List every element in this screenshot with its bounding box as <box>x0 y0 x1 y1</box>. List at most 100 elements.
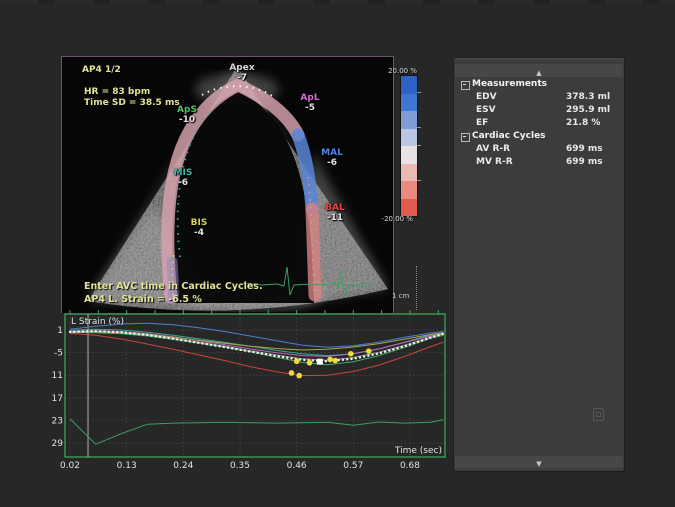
row-label: MV R-R <box>476 157 513 167</box>
colorbar-segment <box>401 146 417 164</box>
row-label: ESV <box>476 105 496 115</box>
row-label: EF <box>476 118 488 128</box>
peak-marker <box>294 358 300 364</box>
segment-label-bis: BIS -4 <box>182 218 216 238</box>
segment-label-mal: MAL -6 <box>314 148 350 168</box>
segment-value: -4 <box>182 228 216 238</box>
row-value: 21.8 % <box>566 118 600 128</box>
segment-name: Apex <box>220 63 264 73</box>
colorbar-segment <box>401 199 417 217</box>
segment-label-mis: MIS -6 <box>166 168 200 188</box>
colorbar-segment <box>401 111 417 129</box>
global-strain-readout: AP4 L. Strain = -6.5 % <box>84 294 202 305</box>
colorbar-tick <box>417 127 421 128</box>
segment-value: -10 <box>170 115 204 125</box>
chart-border <box>65 314 445 457</box>
colorbar-max-label: 20.00 % <box>377 67 417 75</box>
group-header-cardiac-cycles[interactable]: Cardiac Cycles <box>454 131 624 144</box>
segment-name: MIS <box>166 168 200 178</box>
colorbar-min-label: -20.00 % <box>373 215 413 223</box>
row-value: 378.3 ml <box>566 92 610 102</box>
row-label: EDV <box>476 92 497 102</box>
chart-title: L Strain (%) <box>71 317 124 327</box>
y-tick-label: -17 <box>51 394 63 404</box>
series-bal <box>70 333 444 375</box>
y-tick-label: -23 <box>51 416 63 426</box>
segment-label-aps: ApS -10 <box>170 105 204 125</box>
table-row: MV R-R 699 ms <box>454 157 624 170</box>
current-marker <box>317 359 323 365</box>
peak-marker <box>307 360 313 366</box>
panel-scroll-down[interactable]: ▼ <box>455 456 623 468</box>
measurements-panel: ▲ Measurements EDV 378.3 ml ESV 295.9 ml… <box>453 57 625 472</box>
x-tick-label: 0.68 <box>400 461 420 471</box>
x-tick-label: 0.46 <box>287 461 307 471</box>
top-edge-strip <box>0 0 675 4</box>
series-ecg <box>70 419 444 444</box>
table-row: EF 21.8 % <box>454 118 624 131</box>
x-tick-label: 0.13 <box>117 461 137 471</box>
table-row: ESV 295.9 ml <box>454 105 624 118</box>
row-value: 699 ms <box>566 157 603 167</box>
peak-marker <box>327 357 333 363</box>
peak-marker <box>366 348 372 354</box>
y-tick-label: -29 <box>51 439 63 449</box>
segment-value: -7 <box>220 73 264 83</box>
colorbar-segment <box>401 181 417 199</box>
colorbar-segment <box>401 129 417 147</box>
segment-label-bal: BAL -11 <box>316 203 354 223</box>
x-tick-label: 0.24 <box>173 461 193 471</box>
small-square-icon <box>593 408 604 421</box>
depth-scale-label: 1 cm <box>392 292 409 300</box>
x-tick-label: 0.02 <box>60 461 80 471</box>
colorbar-segment <box>401 76 417 94</box>
application-window: AP4 1/2 HR = 83 bpm Time SD = 38.5 ms Ap… <box>0 0 675 507</box>
row-label: AV R-R <box>476 144 510 154</box>
time-sd-readout: Time SD = 38.5 ms <box>84 98 180 109</box>
panel-scroll-up[interactable]: ▲ <box>455 64 623 77</box>
collapse-icon[interactable] <box>461 81 470 90</box>
segment-name: ApL <box>294 93 326 103</box>
peak-marker <box>296 373 302 379</box>
strain-chart: L Strain (%) Time (sec) 0.02 0.13 0.24 0.35 0.… <box>51 308 449 474</box>
group-header-measurements[interactable]: Measurements <box>454 79 624 92</box>
echo-image-viewport: AP4 1/2 HR = 83 bpm Time SD = 38.5 ms Ap… <box>61 56 394 313</box>
group-title: Measurements <box>472 79 547 89</box>
x-tick-label: 0.35 <box>230 461 250 471</box>
y-tick-label: -5 <box>54 349 63 359</box>
segment-value: -6 <box>314 158 350 168</box>
row-value: 699 ms <box>566 144 603 154</box>
segment-name: ApS <box>170 105 204 115</box>
segment-name: MAL <box>314 148 350 158</box>
x-axis-label: Time (sec) <box>394 446 442 456</box>
y-tick-label: 1 <box>57 326 63 336</box>
segment-label-apex: Apex -7 <box>220 63 264 83</box>
peak-marker <box>348 351 354 357</box>
peak-marker <box>289 370 295 376</box>
table-row: AV R-R 699 ms <box>454 144 624 157</box>
series-mal <box>70 323 444 347</box>
segment-name: BAL <box>316 203 354 213</box>
strain-colorbar <box>400 75 418 217</box>
colorbar-tick <box>417 180 421 181</box>
chevron-down-icon: ▼ <box>536 459 541 469</box>
series-apex <box>70 332 444 360</box>
colorbar-tick <box>417 145 421 146</box>
strain-chart-plot: L Strain (%) Time (sec) 0.02 0.13 0.24 0.35 0.… <box>51 308 449 474</box>
segment-value: -6 <box>166 178 200 188</box>
group-title: Cardiac Cycles <box>472 131 546 141</box>
colorbar-tick <box>417 92 421 93</box>
y-tick-label: -11 <box>51 371 63 381</box>
collapse-icon[interactable] <box>461 133 470 142</box>
row-value: 295.9 ml <box>566 105 610 115</box>
x-tick-label: 0.57 <box>343 461 363 471</box>
segment-value: -5 <box>294 103 326 113</box>
peak-marker <box>332 358 338 364</box>
table-row: EDV 378.3 ml <box>454 92 624 105</box>
chevron-up-icon: ▲ <box>536 68 541 79</box>
colorbar-segment <box>401 164 417 182</box>
depth-ruler <box>416 266 417 310</box>
colorbar-segment <box>401 94 417 112</box>
status-message-line1: Enter AVC time in Cardiac Cycles. <box>84 281 263 292</box>
segment-value: -11 <box>316 213 354 223</box>
